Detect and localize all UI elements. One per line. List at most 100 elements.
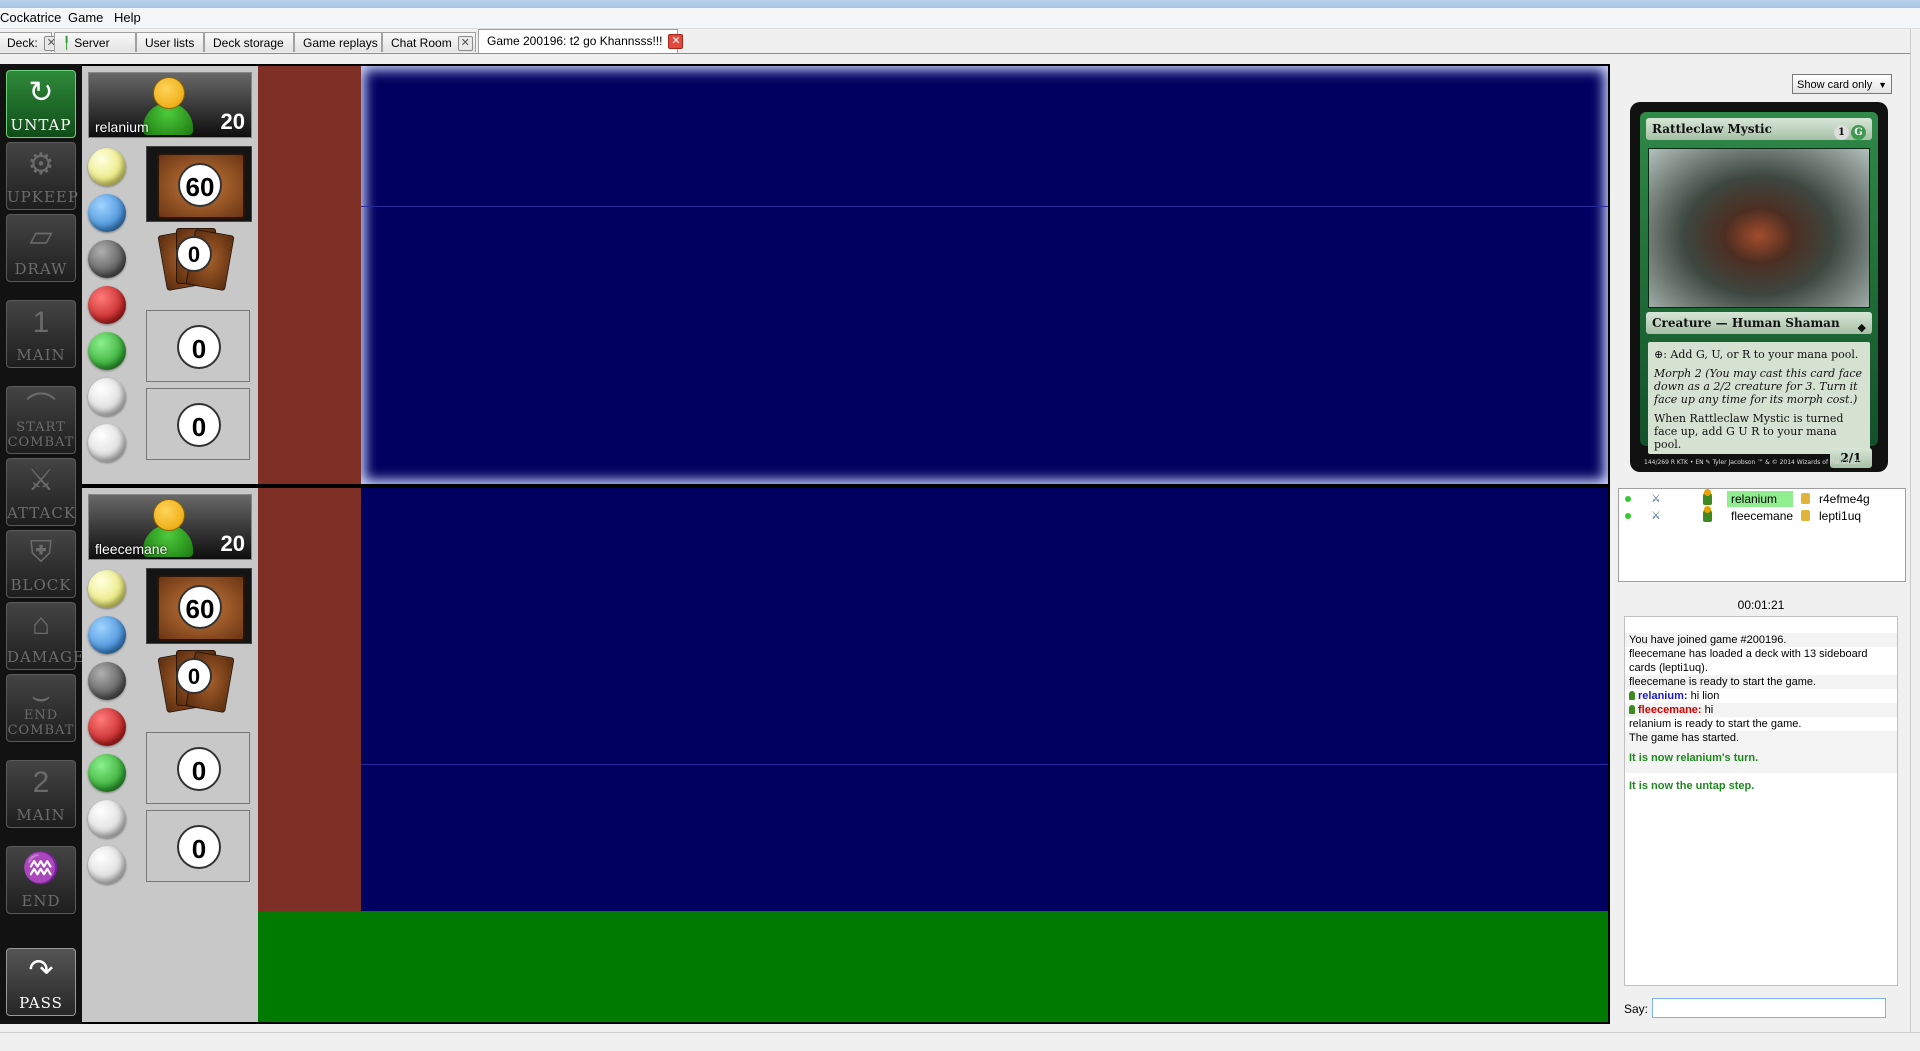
phase-toolbar: ↻ Untap ⚙ Upkeep ▱ Draw 1 Main ⌒ Start C… xyxy=(0,64,85,1024)
phase-end-button[interactable]: ♒ End xyxy=(6,846,76,914)
tab-user-lists[interactable]: User lists xyxy=(136,32,204,52)
phase-end-combat-button[interactable]: ⌣ End Combat xyxy=(6,674,76,742)
hand-zone-counter[interactable]: 0 xyxy=(157,648,235,714)
phase-untap-button[interactable]: ↻ Untap xyxy=(6,70,76,138)
colorless-mana-counter[interactable] xyxy=(88,800,126,838)
player-name: fleecemane xyxy=(95,541,168,557)
menu-game[interactable]: Game xyxy=(68,10,103,25)
tab-deck[interactable]: Deck: ✕ xyxy=(0,32,59,52)
menu-cockatrice[interactable]: Cockatrice xyxy=(0,10,61,25)
card-view-dropdown[interactable]: Show card only ▼ xyxy=(1792,74,1892,94)
tab-label: User lists xyxy=(145,36,195,50)
colorless-mana-counter[interactable] xyxy=(88,378,126,416)
storm-counter[interactable] xyxy=(88,846,126,884)
lock-icon xyxy=(1801,510,1810,521)
blue-mana-counter[interactable] xyxy=(88,616,126,654)
gear-icon: ⚙ xyxy=(27,148,55,181)
log-message: fleecemane: hi xyxy=(1625,703,1897,717)
ready-indicator-icon xyxy=(1625,496,1631,502)
card-preview: Rattleclaw Mystic 1G Creature — Human Sh… xyxy=(1630,102,1888,472)
phase-draw-button[interactable]: ▱ Draw xyxy=(6,214,76,282)
hand-count: 0 xyxy=(176,236,212,272)
tab-game-replays[interactable]: Game replays xyxy=(294,32,382,52)
graveyard-zone[interactable]: 0 xyxy=(146,310,250,382)
player-list-row[interactable]: ⚔ relanium r4efme4g xyxy=(1619,489,1905,507)
tab-label: Chat Room xyxy=(391,36,452,50)
pass-turn-button[interactable]: ↷ Pass xyxy=(6,948,76,1016)
exile-zone[interactable]: 0 xyxy=(146,388,250,460)
tab-deck-storage[interactable]: Deck storage xyxy=(204,32,294,52)
chevron-down-icon: ▼ xyxy=(1878,80,1887,90)
phase-label: Main xyxy=(16,346,66,364)
life-counter[interactable]: 20 xyxy=(221,531,245,557)
deck-hash: lepti1uq xyxy=(1819,509,1862,523)
tab-chat-room[interactable]: Chat Room ✕ xyxy=(382,32,476,52)
tab-label: Deck storage xyxy=(213,36,284,50)
black-mana-counter[interactable] xyxy=(88,662,126,700)
green-mana-counter[interactable] xyxy=(88,754,126,792)
hand-zone-counter[interactable]: 0 xyxy=(157,226,235,292)
life-counter[interactable]: 20 xyxy=(221,109,245,135)
card-ability: When Rattleclaw Mystic is turned face up… xyxy=(1654,412,1844,451)
battlefield-fleecemane[interactable] xyxy=(361,488,1608,911)
close-icon[interactable]: ✕ xyxy=(668,34,684,50)
status-bar xyxy=(0,1032,1920,1051)
white-mana-counter[interactable] xyxy=(88,570,126,608)
black-mana-counter[interactable] xyxy=(88,240,126,278)
say-label: Say: xyxy=(1624,1002,1649,1016)
player-name: fleecemane xyxy=(1731,509,1794,523)
close-icon[interactable]: ✕ xyxy=(457,36,473,52)
stack-zone-relanium[interactable] xyxy=(258,66,361,484)
phase-upkeep-button[interactable]: ⚙ Upkeep xyxy=(6,142,78,210)
set-symbol-icon: ◆ xyxy=(1857,321,1866,334)
storm-counter[interactable] xyxy=(88,424,126,462)
generic-mana-icon: 1 xyxy=(1834,125,1849,140)
card-ability: Morph 2 (You may cast this card face dow… xyxy=(1654,367,1863,406)
red-mana-counter[interactable] xyxy=(88,708,126,746)
green-mana-counter[interactable] xyxy=(88,332,126,370)
main-1-icon: 1 xyxy=(32,306,50,339)
library-count: 60 xyxy=(178,585,222,629)
log-message: You have joined game #200196. xyxy=(1625,633,1897,647)
log-message: relanium is ready to start the game. xyxy=(1629,718,1802,730)
phase-label: Damage xyxy=(7,648,85,666)
exile-zone[interactable]: 0 xyxy=(146,810,250,882)
phase-main2-button[interactable]: 2 Main xyxy=(6,760,76,828)
menu-help[interactable]: Help xyxy=(114,10,141,25)
battlefield-row-divider xyxy=(361,206,1608,207)
graveyard-zone[interactable]: 0 xyxy=(146,732,250,804)
phase-damage-button[interactable]: ⌂ Damage xyxy=(6,602,85,670)
player-list-row[interactable]: ⚔ fleecemane lepti1uq xyxy=(1619,506,1905,524)
player-avatar[interactable]: fleecemane 20 xyxy=(88,494,252,560)
hand-area[interactable] xyxy=(258,911,1608,1022)
library-zone[interactable]: 60 xyxy=(146,146,252,222)
log-message: fleecemane has loaded a deck with 13 sid… xyxy=(1629,648,1868,674)
phase-main1-button[interactable]: 1 Main xyxy=(6,300,76,368)
phase-start-combat-button[interactable]: ⌒ Start Combat xyxy=(6,386,76,454)
game-log[interactable]: You have joined game #200196. fleecemane… xyxy=(1624,616,1898,986)
white-mana-counter[interactable] xyxy=(88,148,126,186)
player-avatar[interactable]: relanium 20 xyxy=(88,72,252,138)
battlefield-relanium[interactable] xyxy=(361,66,1608,484)
phase-label: Main xyxy=(16,806,66,824)
chat-input[interactable] xyxy=(1652,998,1886,1018)
message-sender: fleecemane: xyxy=(1638,704,1702,716)
user-icon xyxy=(1703,506,1712,522)
tab-label: Server xyxy=(74,36,110,50)
log-message: It is now relanium's turn. xyxy=(1625,745,1897,773)
phase-label: Pass xyxy=(19,994,63,1012)
sword-icon: ⚔ xyxy=(1651,493,1661,505)
phase-block-button[interactable]: ⛨ Block xyxy=(6,530,76,598)
phase-attack-button[interactable]: ⚔ Attack xyxy=(6,458,76,526)
card-ability: ⊕: Add G, U, or R to your mana pool. xyxy=(1654,348,1859,361)
blue-mana-counter[interactable] xyxy=(88,194,126,232)
log-message: fleecemane is ready to start the game. xyxy=(1625,675,1897,689)
red-mana-counter[interactable] xyxy=(88,286,126,324)
library-zone[interactable]: 60 xyxy=(146,568,252,644)
stack-zone-fleecemane[interactable] xyxy=(258,488,361,911)
phase-label: End Combat xyxy=(7,708,75,738)
tab-server[interactable]: ╿ Server xyxy=(54,32,136,52)
avatar-icon xyxy=(153,499,185,531)
tab-game[interactable]: Game 200196: t2 go Khannsss!!! ✕ xyxy=(478,29,684,53)
lock-icon xyxy=(1801,493,1810,504)
